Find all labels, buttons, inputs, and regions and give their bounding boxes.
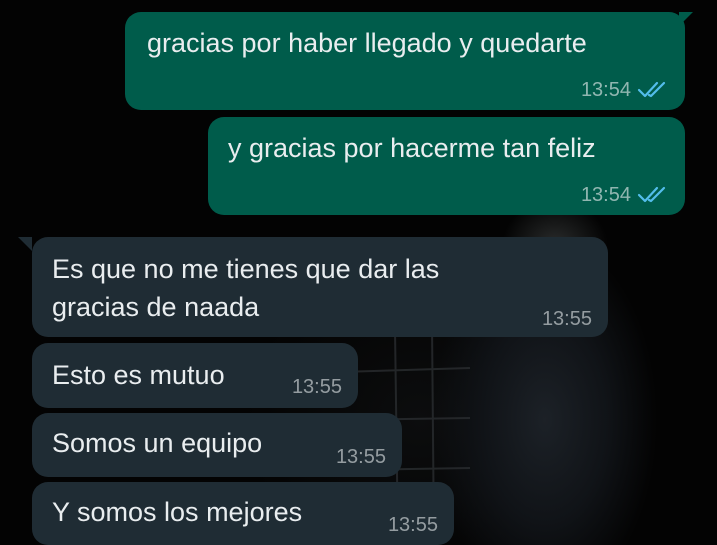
message-time: 13:55 [541, 308, 592, 330]
message-bubble-outgoing[interactable]: y gracias por hacerme tan feliz 13:54 [208, 117, 685, 215]
message-bubble-outgoing[interactable]: gracias por haber llegado y quedarte 13:… [125, 12, 685, 110]
message-text: Y somos los mejores [52, 497, 303, 527]
message-text-line: gracias de naada [52, 292, 260, 322]
message-bubble-incoming[interactable]: Es que no me tienes que dar las gracias … [32, 237, 608, 337]
message-text: Esto es mutuo [52, 360, 225, 390]
message-text: gracias por haber llegado y quedarte [147, 28, 587, 58]
double-check-read-icon [637, 81, 666, 98]
message-time: 13:55 [387, 514, 438, 536]
message-time: 13:55 [335, 446, 386, 468]
double-check-read-icon [637, 186, 666, 203]
bubble-tail [679, 12, 693, 26]
message-time: 13:54 [580, 79, 631, 101]
message-meta: 13:54 [581, 184, 667, 206]
message-bubble-incoming[interactable]: Somos un equipo 13:55 [32, 413, 402, 477]
message-meta: 13:54 [581, 79, 667, 101]
message-text: y gracias por hacerme tan feliz [228, 133, 596, 163]
message-time: 13:54 [580, 184, 631, 206]
message-time: 13:55 [291, 376, 342, 398]
message-bubble-incoming[interactable]: Y somos los mejores 13:55 [32, 482, 454, 545]
message-text: Somos un equipo [52, 428, 263, 458]
bubble-tail [18, 237, 32, 251]
message-text-line: Es que no me tienes que dar las [52, 254, 440, 284]
message-bubble-incoming[interactable]: Esto es mutuo 13:55 [32, 343, 358, 408]
